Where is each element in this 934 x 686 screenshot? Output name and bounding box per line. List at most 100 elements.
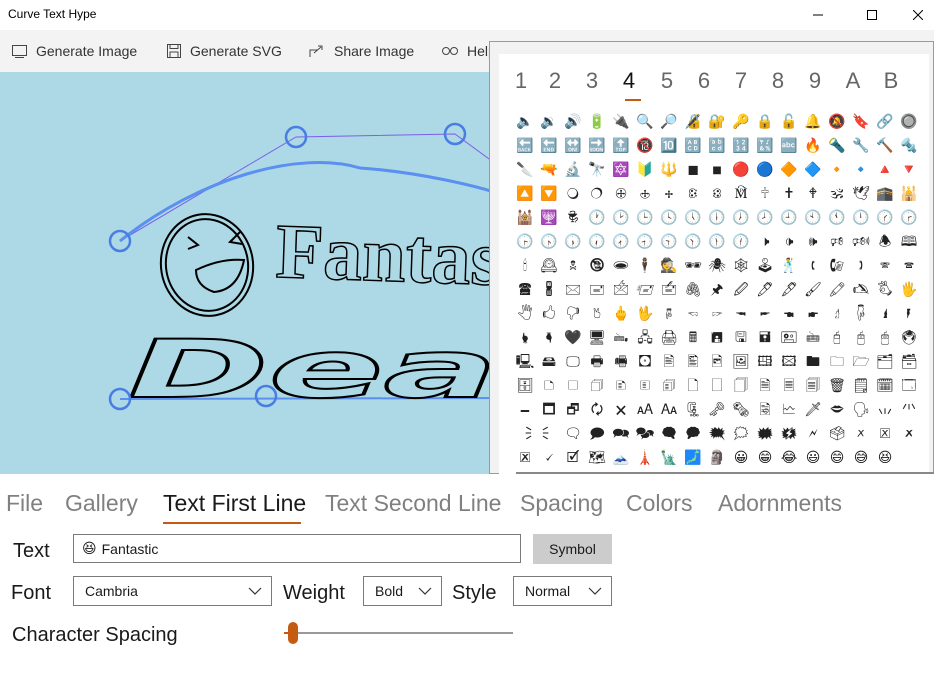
symbol-cell[interactable]: 🖚 <box>729 302 753 326</box>
font-dropdown[interactable]: Cambria <box>73 576 272 606</box>
symbol-cell[interactable]: 😂 <box>777 446 801 470</box>
symbol-cell[interactable]: 🗅 <box>537 374 561 398</box>
symbol-cell[interactable]: 🕽 <box>849 254 873 278</box>
symbol-cell[interactable]: 🖌 <box>801 278 825 302</box>
generate-svg-button[interactable]: Generate SVG <box>167 41 282 61</box>
symbol-cell[interactable]: 🗦 <box>513 422 537 446</box>
symbol-cell[interactable]: 🕬 <box>849 230 873 254</box>
symbol-cell[interactable]: 🖫 <box>729 326 753 350</box>
symbol-cell[interactable]: 🗯 <box>729 422 753 446</box>
symbol-cell[interactable]: 🗭 <box>681 422 705 446</box>
symbol-cell[interactable]: 🕭 <box>873 230 897 254</box>
symbol-cell[interactable]: 🖇 <box>681 278 705 302</box>
symbol-cell[interactable]: 😄 <box>825 446 849 470</box>
generate-image-button[interactable]: Generate Image <box>12 41 137 61</box>
symbol-cell[interactable]: 🕋 <box>873 182 897 206</box>
symbol-cell[interactable]: 🖲 <box>897 326 921 350</box>
symbol-cell[interactable]: 🕱 <box>561 254 585 278</box>
symbol-cell[interactable]: 🕕 <box>705 206 729 230</box>
symbol-cell[interactable]: 🖞 <box>825 302 849 326</box>
symbol-cell[interactable]: 🕰 <box>537 254 561 278</box>
symbol-cell[interactable]: 🖯 <box>825 326 849 350</box>
tab-colors[interactable]: Colors <box>626 490 692 517</box>
symbol-cell[interactable]: 🕶 <box>681 254 705 278</box>
symbol-cell[interactable]: 🔜 <box>585 134 609 158</box>
symbol-cell[interactable]: 🖑 <box>513 302 537 326</box>
symbol-cell[interactable]: 🗇 <box>585 374 609 398</box>
symbol-cell[interactable]: 🖣 <box>537 326 561 350</box>
symbol-cell[interactable]: 🖗 <box>657 302 681 326</box>
slider-thumb[interactable] <box>288 622 299 644</box>
symbol-cell[interactable]: 🔪 <box>513 158 537 182</box>
symbol-cell[interactable]: 🔛 <box>561 134 585 158</box>
symbol-cell[interactable]: 🔻 <box>897 158 921 182</box>
symbol-cell[interactable]: 🗄 <box>513 374 537 398</box>
symbol-cell[interactable]: 🕞 <box>513 230 537 254</box>
symbol-cell[interactable]: 🕘 <box>777 206 801 230</box>
symbol-cell[interactable]: 🗶 <box>897 422 921 446</box>
symbol-cell[interactable]: 🕁 <box>633 182 657 206</box>
symbol-cell[interactable]: 🗸 <box>537 446 561 470</box>
symbol-cell[interactable]: 🖏 <box>873 278 897 302</box>
symbol-cell[interactable]: 🕒 <box>633 206 657 230</box>
symbol-cell[interactable]: 🖈 <box>705 278 729 302</box>
symbol-cell[interactable]: 🗟 <box>753 398 777 422</box>
symbol-cell[interactable]: 🔍 <box>633 110 657 134</box>
symbol-cell[interactable]: 🕜 <box>873 206 897 230</box>
symbol-cell[interactable]: 🗬 <box>657 422 681 446</box>
symbol-cell[interactable]: 🖝 <box>801 302 825 326</box>
symbol-cell[interactable]: 🔴 <box>729 158 753 182</box>
symbol-cell[interactable]: 🔝 <box>609 134 633 158</box>
symbol-cell[interactable]: 🔑 <box>729 110 753 134</box>
symbol-cell[interactable]: 🕐 <box>585 206 609 230</box>
symbol-cell[interactable]: 🕛 <box>849 206 873 230</box>
symbol-cell[interactable]: 🔟 <box>657 134 681 158</box>
symbol-cell[interactable]: 🔩 <box>897 134 921 158</box>
symbol-cell[interactable]: 🔽 <box>537 182 561 206</box>
symbol-cell[interactable]: 🖁 <box>537 278 561 302</box>
symbol-cell[interactable]: 🔦 <box>825 134 849 158</box>
symbol-cell[interactable]: 🔉 <box>537 110 561 134</box>
style-dropdown[interactable]: Normal <box>513 576 612 606</box>
symbol-cell[interactable]: 🖄 <box>609 278 633 302</box>
symbol-cell[interactable]: 🕃 <box>681 182 705 206</box>
symbol-cell[interactable]: 🖆 <box>657 278 681 302</box>
symbol-page-tab-2[interactable]: 2 <box>543 68 567 94</box>
symbol-cell[interactable]: 🕑 <box>609 206 633 230</box>
symbol-cell[interactable]: 🔬 <box>561 158 585 182</box>
symbol-cell[interactable]: 🔙 <box>513 134 537 158</box>
symbol-cell[interactable]: 🔿 <box>585 182 609 206</box>
symbol-page-tab-3[interactable]: 3 <box>580 68 604 94</box>
symbol-cell[interactable]: 🖸 <box>633 350 657 374</box>
symbol-cell[interactable]: 🔞 <box>633 134 657 158</box>
symbol-cell[interactable]: 🖺 <box>681 350 705 374</box>
symbol-cell[interactable]: 🔾 <box>561 182 585 206</box>
tab-gallery[interactable]: Gallery <box>65 490 138 517</box>
symbol-cell[interactable]: 🕟 <box>537 230 561 254</box>
symbol-cell[interactable]: 🖶 <box>585 350 609 374</box>
symbol-cell[interactable]: 🕦 <box>705 230 729 254</box>
symbol-cell[interactable]: 😃 <box>801 446 825 470</box>
symbol-cell[interactable]: 🖭 <box>777 326 801 350</box>
symbol-cell[interactable]: 😆 <box>873 446 897 470</box>
symbol-cell[interactable]: 🖕 <box>609 302 633 326</box>
symbol-cell[interactable]: 🖥 <box>585 326 609 350</box>
symbol-cell[interactable]: 🔋 <box>585 110 609 134</box>
symbol-cell[interactable]: 🕸 <box>729 254 753 278</box>
symbol-cell[interactable]: 🕤 <box>657 230 681 254</box>
symbol-cell[interactable]: 🗥 <box>897 398 921 422</box>
symbol-cell[interactable]: 🖅 <box>633 278 657 302</box>
symbol-cell[interactable]: 🕙 <box>801 206 825 230</box>
symbol-cell[interactable]: 🗠 <box>777 398 801 422</box>
symbol-cell[interactable]: 🔱 <box>657 158 681 182</box>
symbol-cell[interactable]: 🗣 <box>849 398 873 422</box>
symbol-cell[interactable]: 🕯 <box>513 254 537 278</box>
tab-spacing[interactable]: Spacing <box>520 490 603 517</box>
symbol-page-tab-a[interactable]: A <box>841 68 865 94</box>
symbol-cell[interactable]: 🗵 <box>873 422 897 446</box>
symbol-cell[interactable]: 🗈 <box>609 374 633 398</box>
symbol-cell[interactable]: 🔔 <box>801 110 825 134</box>
symbol-cell[interactable]: 🔤 <box>777 134 801 158</box>
symbol-cell[interactable]: 🗂 <box>873 350 897 374</box>
symbol-cell[interactable]: 🗫 <box>633 422 657 446</box>
